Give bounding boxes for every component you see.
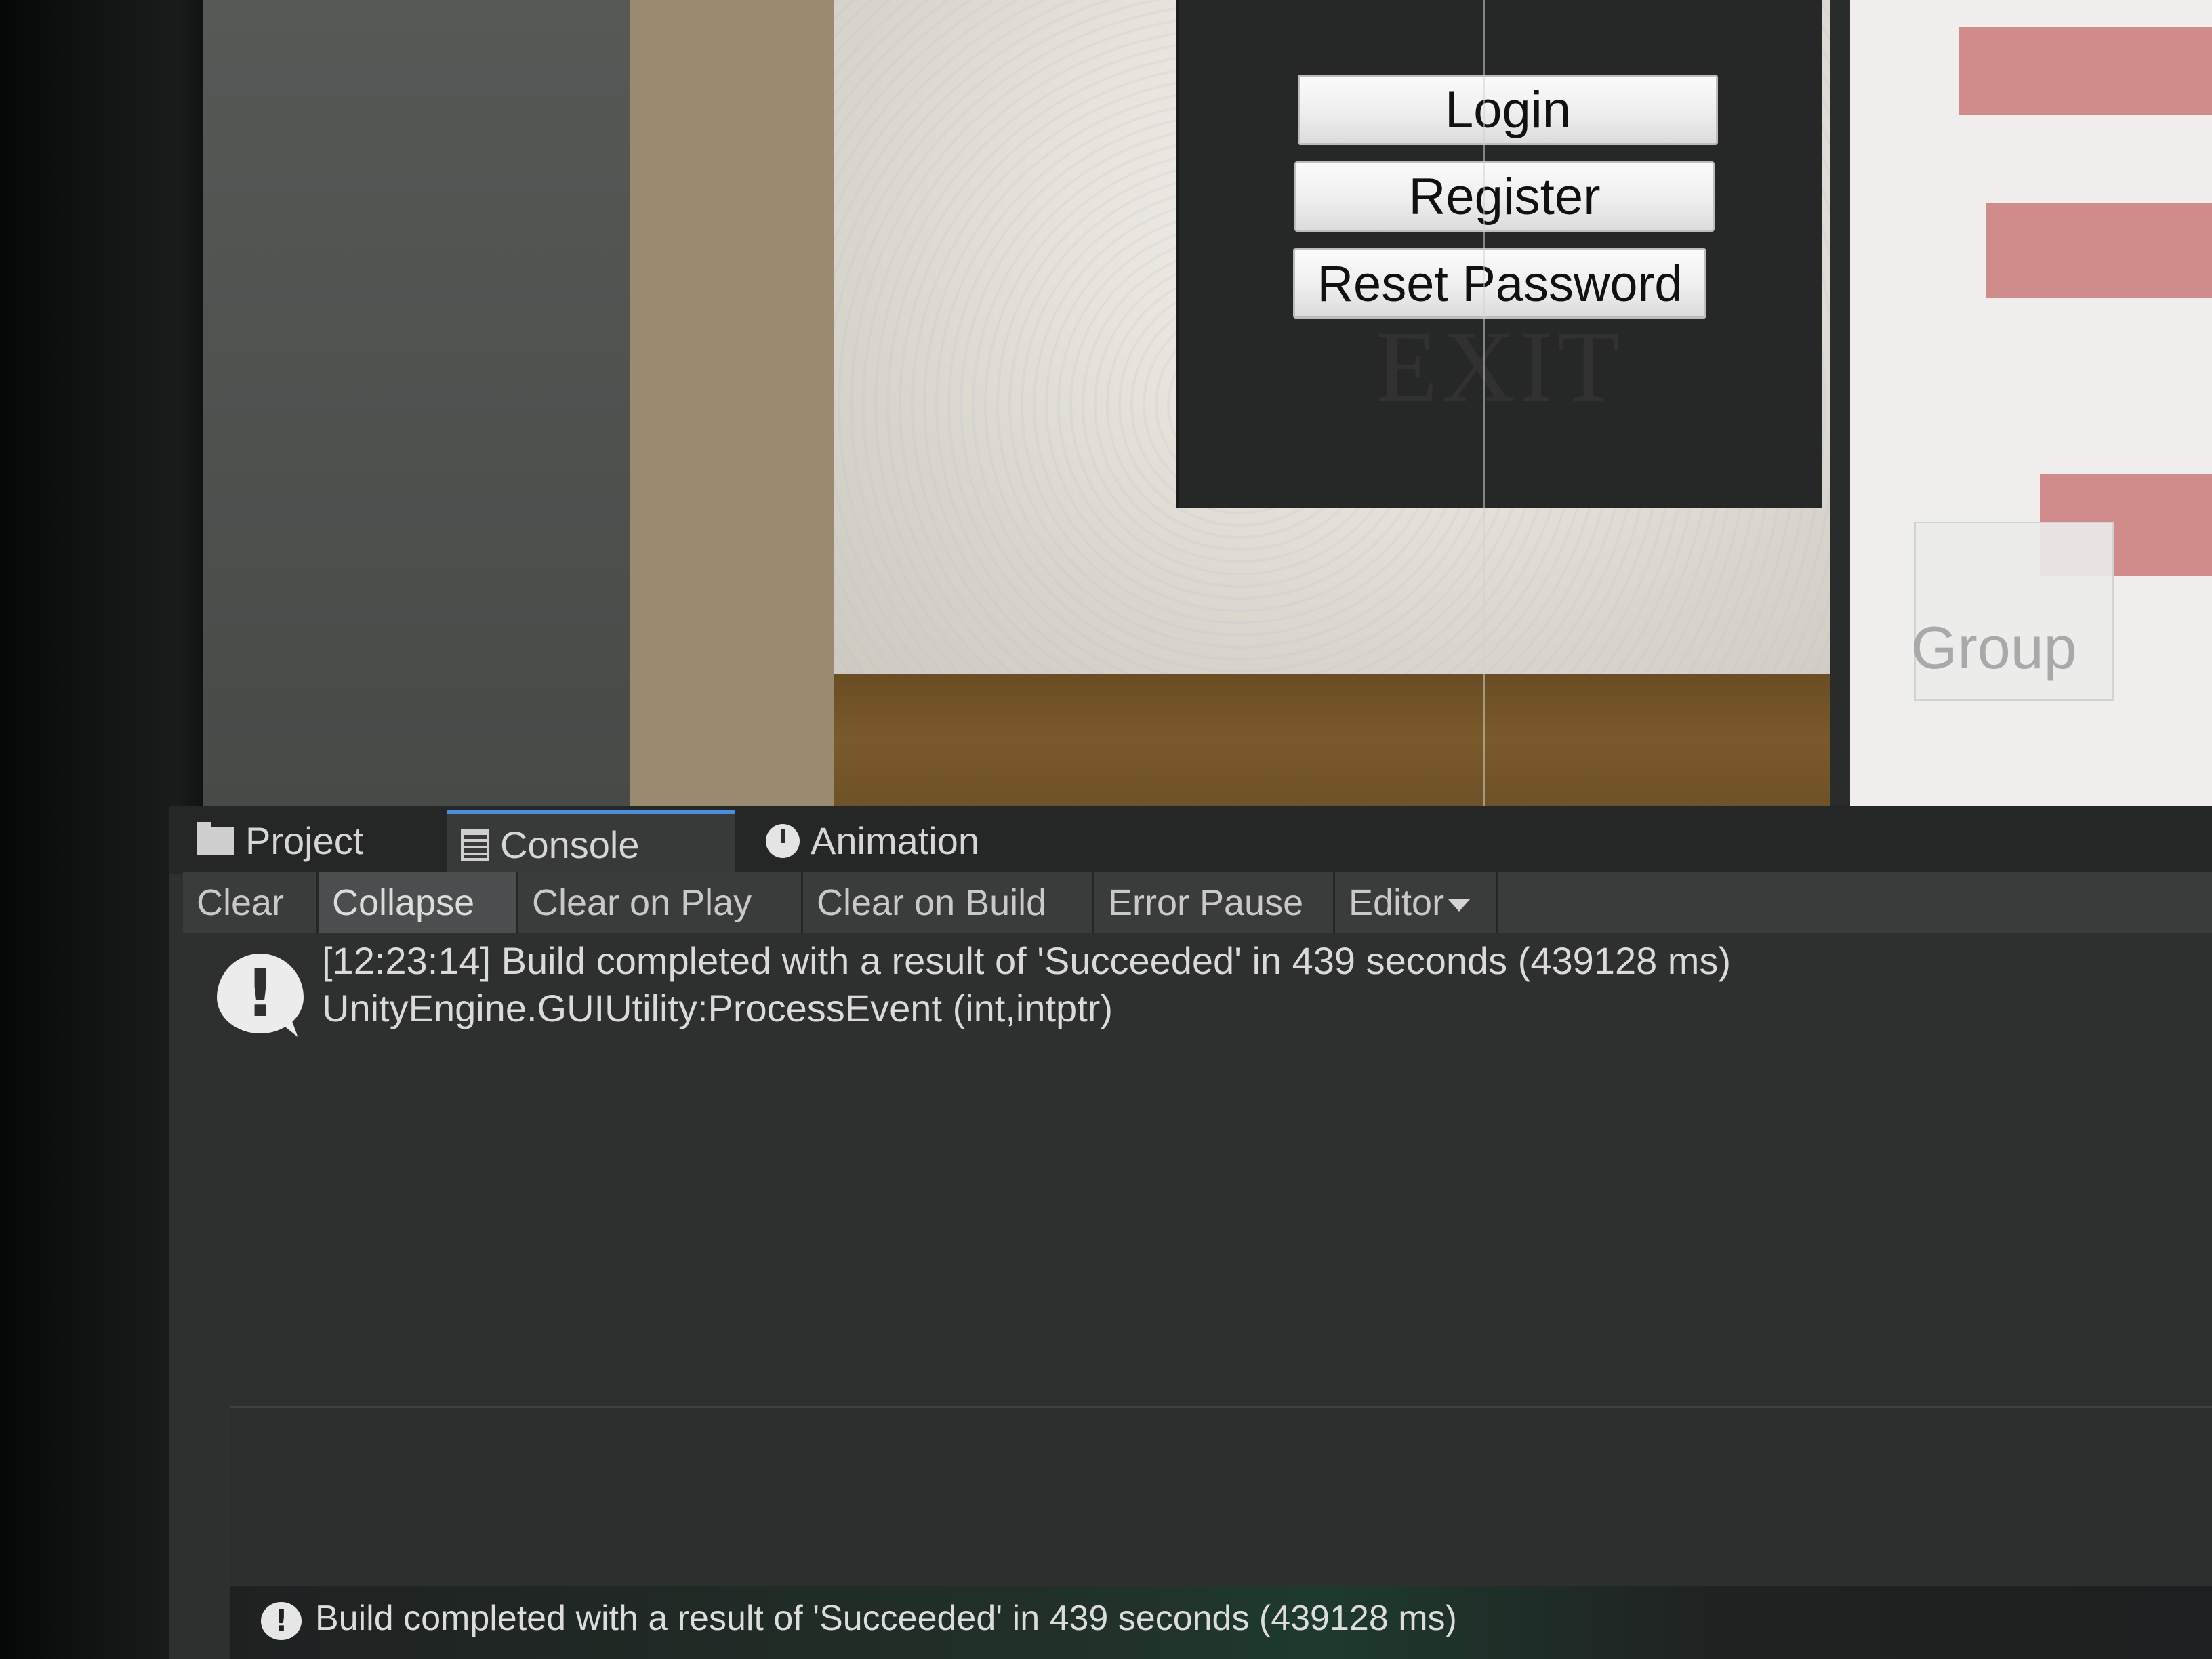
status-message: Build completed with a result of 'Succee… bbox=[315, 1599, 1457, 1638]
login-button[interactable]: Login bbox=[1298, 75, 1718, 145]
folder-icon bbox=[197, 822, 234, 855]
tab-console-label: Console bbox=[500, 823, 640, 866]
scene-guide-line bbox=[1483, 0, 1485, 806]
log-message: [12:23:14] Build completed with a result… bbox=[322, 939, 1732, 982]
tab-console[interactable]: Console bbox=[447, 810, 735, 872]
tab-project[interactable]: Project bbox=[183, 810, 434, 872]
console-icon bbox=[461, 830, 489, 861]
clear-on-build-toggle[interactable]: Clear on Build bbox=[803, 872, 1094, 933]
log-detail-pane bbox=[230, 1408, 2212, 1584]
scene-group-label: Group bbox=[1911, 614, 2077, 681]
scene-shape bbox=[1959, 27, 2212, 115]
editor-dropdown-label: Editor bbox=[1349, 882, 1445, 923]
game-floor bbox=[834, 674, 1850, 806]
reset-password-button[interactable]: Reset Password bbox=[1293, 248, 1706, 319]
scene-shape bbox=[1986, 203, 2212, 298]
info-icon: ! bbox=[261, 1602, 302, 1640]
collapse-toggle[interactable]: Collapse bbox=[319, 872, 518, 933]
clock-icon bbox=[766, 824, 800, 859]
exit-label: EXIT bbox=[1376, 310, 1624, 423]
register-button[interactable]: Register bbox=[1294, 161, 1715, 232]
tab-animation-label: Animation bbox=[811, 819, 980, 862]
tab-animation[interactable]: Animation bbox=[752, 810, 1037, 872]
clear-on-play-toggle[interactable]: Clear on Play bbox=[518, 872, 803, 933]
tab-project-label: Project bbox=[245, 819, 364, 862]
log-entry[interactable]: ! [12:23:14] Build completed with a resu… bbox=[217, 939, 1979, 1047]
error-pause-toggle[interactable]: Error Pause bbox=[1094, 872, 1335, 933]
log-stacktrace: UnityEngine.GUIUtility:ProcessEvent (int… bbox=[322, 987, 1113, 1029]
info-icon: ! bbox=[217, 954, 304, 1033]
clear-button[interactable]: Clear bbox=[183, 872, 319, 933]
editor-dropdown[interactable]: Editor bbox=[1335, 872, 1498, 933]
chevron-down-icon bbox=[1448, 899, 1471, 912]
